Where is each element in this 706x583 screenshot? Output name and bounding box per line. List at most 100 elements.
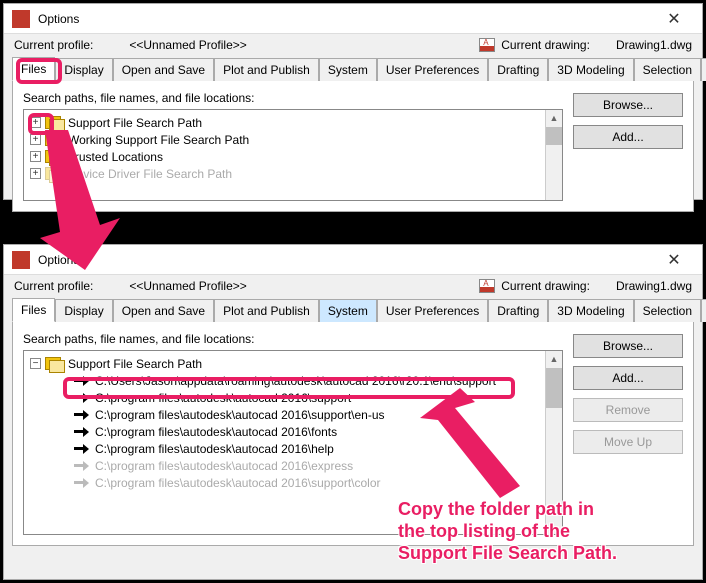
tab-plot-publish[interactable]: Plot and Publish bbox=[214, 58, 319, 81]
add-button[interactable]: Add... bbox=[573, 366, 683, 390]
path-text: C:\program files\autodesk\autocad 2016\f… bbox=[95, 425, 337, 439]
path-text: C:\program files\autodesk\autocad 2016\s… bbox=[95, 408, 385, 422]
scroll-thumb[interactable] bbox=[546, 127, 562, 145]
path-text: C:\program files\autodesk\autocad 2016\s… bbox=[95, 476, 381, 490]
panel-label: Search paths, file names, and file locat… bbox=[23, 332, 563, 346]
tab-user-prefs[interactable]: User Preferences bbox=[377, 299, 488, 322]
profile-row: Current profile: <<Unnamed Profile>> Cur… bbox=[4, 275, 702, 295]
close-icon[interactable]: ✕ bbox=[654, 250, 694, 270]
profile-row: Current profile: <<Unnamed Profile>> Cur… bbox=[4, 34, 702, 54]
scroll-thumb[interactable] bbox=[546, 368, 562, 408]
tab-display[interactable]: Display bbox=[55, 299, 112, 322]
tab-profiles[interactable]: Profiles bbox=[701, 58, 706, 81]
current-drawing-value: Drawing1.dwg bbox=[616, 38, 692, 52]
current-drawing-label: Current drawing: bbox=[501, 279, 590, 293]
options-dialog-top: Options ✕ Current profile: <<Unnamed Pro… bbox=[3, 3, 703, 200]
tab-system[interactable]: System bbox=[319, 299, 377, 322]
tree-item-trusted[interactable]: + Trusted Locations bbox=[24, 148, 562, 165]
tab-drafting[interactable]: Drafting bbox=[488, 58, 548, 81]
scroll-up-icon[interactable]: ▲ bbox=[546, 110, 562, 127]
collapse-icon[interactable]: − bbox=[30, 358, 41, 369]
folder-icon bbox=[45, 357, 63, 371]
titlebar: Options ✕ bbox=[4, 4, 702, 34]
current-drawing-value: Drawing1.dwg bbox=[616, 279, 692, 293]
tree-path-2[interactable]: C:\program files\autodesk\autocad 2016\s… bbox=[24, 406, 562, 423]
tab-open-save[interactable]: Open and Save bbox=[113, 58, 214, 81]
expand-icon[interactable]: + bbox=[30, 151, 41, 162]
tab-profiles[interactable]: Profiles bbox=[701, 299, 706, 322]
tab-user-prefs[interactable]: User Preferences bbox=[377, 58, 488, 81]
current-profile-label: Current profile: bbox=[14, 38, 93, 52]
path-text: C:\program files\autodesk\autocad 2016\h… bbox=[95, 442, 334, 456]
tab-strip: Files Display Open and Save Plot and Pub… bbox=[12, 56, 694, 80]
drawing-icon bbox=[479, 279, 495, 293]
path-arrow-icon bbox=[74, 393, 90, 403]
expand-icon[interactable]: + bbox=[30, 168, 41, 179]
tree-item-label: Trusted Locations bbox=[68, 150, 163, 164]
tree-path-1[interactable]: C:\program files\autodesk\autocad 2016\s… bbox=[24, 389, 562, 406]
tree-item-label: Device Driver File Search Path bbox=[68, 167, 232, 181]
tab-strip: Files Display Open and Save Plot and Pub… bbox=[12, 297, 694, 321]
tab-3d-modeling[interactable]: 3D Modeling bbox=[548, 58, 633, 81]
path-arrow-icon bbox=[74, 427, 90, 437]
titlebar: Options ✕ bbox=[4, 245, 702, 275]
tab-plot-publish[interactable]: Plot and Publish bbox=[214, 299, 319, 322]
tree-path-3[interactable]: C:\program files\autodesk\autocad 2016\f… bbox=[24, 423, 562, 440]
window-title: Options bbox=[38, 12, 79, 26]
files-panel: Search paths, file names, and file locat… bbox=[12, 80, 694, 212]
tab-files[interactable]: Files bbox=[12, 298, 55, 322]
path-arrow-icon bbox=[74, 461, 90, 471]
tree-view[interactable]: + Support File Search Path + Working Sup… bbox=[23, 109, 563, 201]
tab-display[interactable]: Display bbox=[55, 58, 112, 81]
folder-icon bbox=[45, 167, 63, 181]
tree-path-0[interactable]: C:\Users\Jason\appdata\roaming\autodesk\… bbox=[24, 372, 562, 389]
path-arrow-icon bbox=[74, 444, 90, 454]
tree-path-4[interactable]: C:\program files\autodesk\autocad 2016\h… bbox=[24, 440, 562, 457]
tab-selection[interactable]: Selection bbox=[634, 58, 701, 81]
current-profile-value: <<Unnamed Profile>> bbox=[129, 38, 246, 52]
remove-button[interactable]: Remove bbox=[573, 398, 683, 422]
tree-item-support-root[interactable]: − Support File Search Path bbox=[24, 355, 562, 372]
tree-item-device[interactable]: + Device Driver File Search Path bbox=[24, 165, 562, 182]
scrollbar[interactable]: ▲ bbox=[545, 110, 562, 200]
folder-icon bbox=[45, 133, 63, 147]
tab-files[interactable]: Files bbox=[12, 57, 55, 81]
path-arrow-icon bbox=[74, 410, 90, 420]
tab-selection[interactable]: Selection bbox=[634, 299, 701, 322]
tab-open-save[interactable]: Open and Save bbox=[113, 299, 214, 322]
path-text: C:\program files\autodesk\autocad 2016\s… bbox=[95, 391, 351, 405]
browse-button[interactable]: Browse... bbox=[573, 93, 683, 117]
browse-button[interactable]: Browse... bbox=[573, 334, 683, 358]
tree-path-6[interactable]: C:\program files\autodesk\autocad 2016\s… bbox=[24, 474, 562, 491]
folder-icon bbox=[45, 150, 63, 164]
app-logo-icon bbox=[12, 251, 30, 269]
tab-system[interactable]: System bbox=[319, 58, 377, 81]
tab-drafting[interactable]: Drafting bbox=[488, 299, 548, 322]
expand-icon[interactable]: + bbox=[30, 117, 41, 128]
current-drawing-label: Current drawing: bbox=[501, 38, 590, 52]
tab-3d-modeling[interactable]: 3D Modeling bbox=[548, 299, 633, 322]
close-icon[interactable]: ✕ bbox=[654, 9, 694, 29]
annotation-text: Copy the folder path in the top listing … bbox=[398, 498, 698, 564]
panel-label: Search paths, file names, and file locat… bbox=[23, 91, 563, 105]
path-arrow-icon bbox=[74, 376, 90, 386]
path-arrow-icon bbox=[74, 478, 90, 488]
moveup-button[interactable]: Move Up bbox=[573, 430, 683, 454]
tree-item-working[interactable]: + Working Support File Search Path bbox=[24, 131, 562, 148]
drawing-icon bbox=[479, 38, 495, 52]
tree-path-5[interactable]: C:\program files\autodesk\autocad 2016\e… bbox=[24, 457, 562, 474]
current-profile-label: Current profile: bbox=[14, 279, 93, 293]
add-button[interactable]: Add... bbox=[573, 125, 683, 149]
tree-item-label: Working Support File Search Path bbox=[68, 133, 249, 147]
app-logo-icon bbox=[12, 10, 30, 28]
path-text: C:\program files\autodesk\autocad 2016\e… bbox=[95, 459, 353, 473]
current-profile-value: <<Unnamed Profile>> bbox=[129, 279, 246, 293]
scroll-up-icon[interactable]: ▲ bbox=[546, 351, 562, 368]
expand-icon[interactable]: + bbox=[30, 134, 41, 145]
tree-item-support[interactable]: + Support File Search Path bbox=[24, 114, 562, 131]
tree-item-label: Support File Search Path bbox=[68, 357, 202, 371]
window-title: Options bbox=[38, 253, 79, 267]
path-text: C:\Users\Jason\appdata\roaming\autodesk\… bbox=[95, 374, 496, 388]
folder-icon bbox=[45, 116, 63, 130]
tree-item-label: Support File Search Path bbox=[68, 116, 202, 130]
